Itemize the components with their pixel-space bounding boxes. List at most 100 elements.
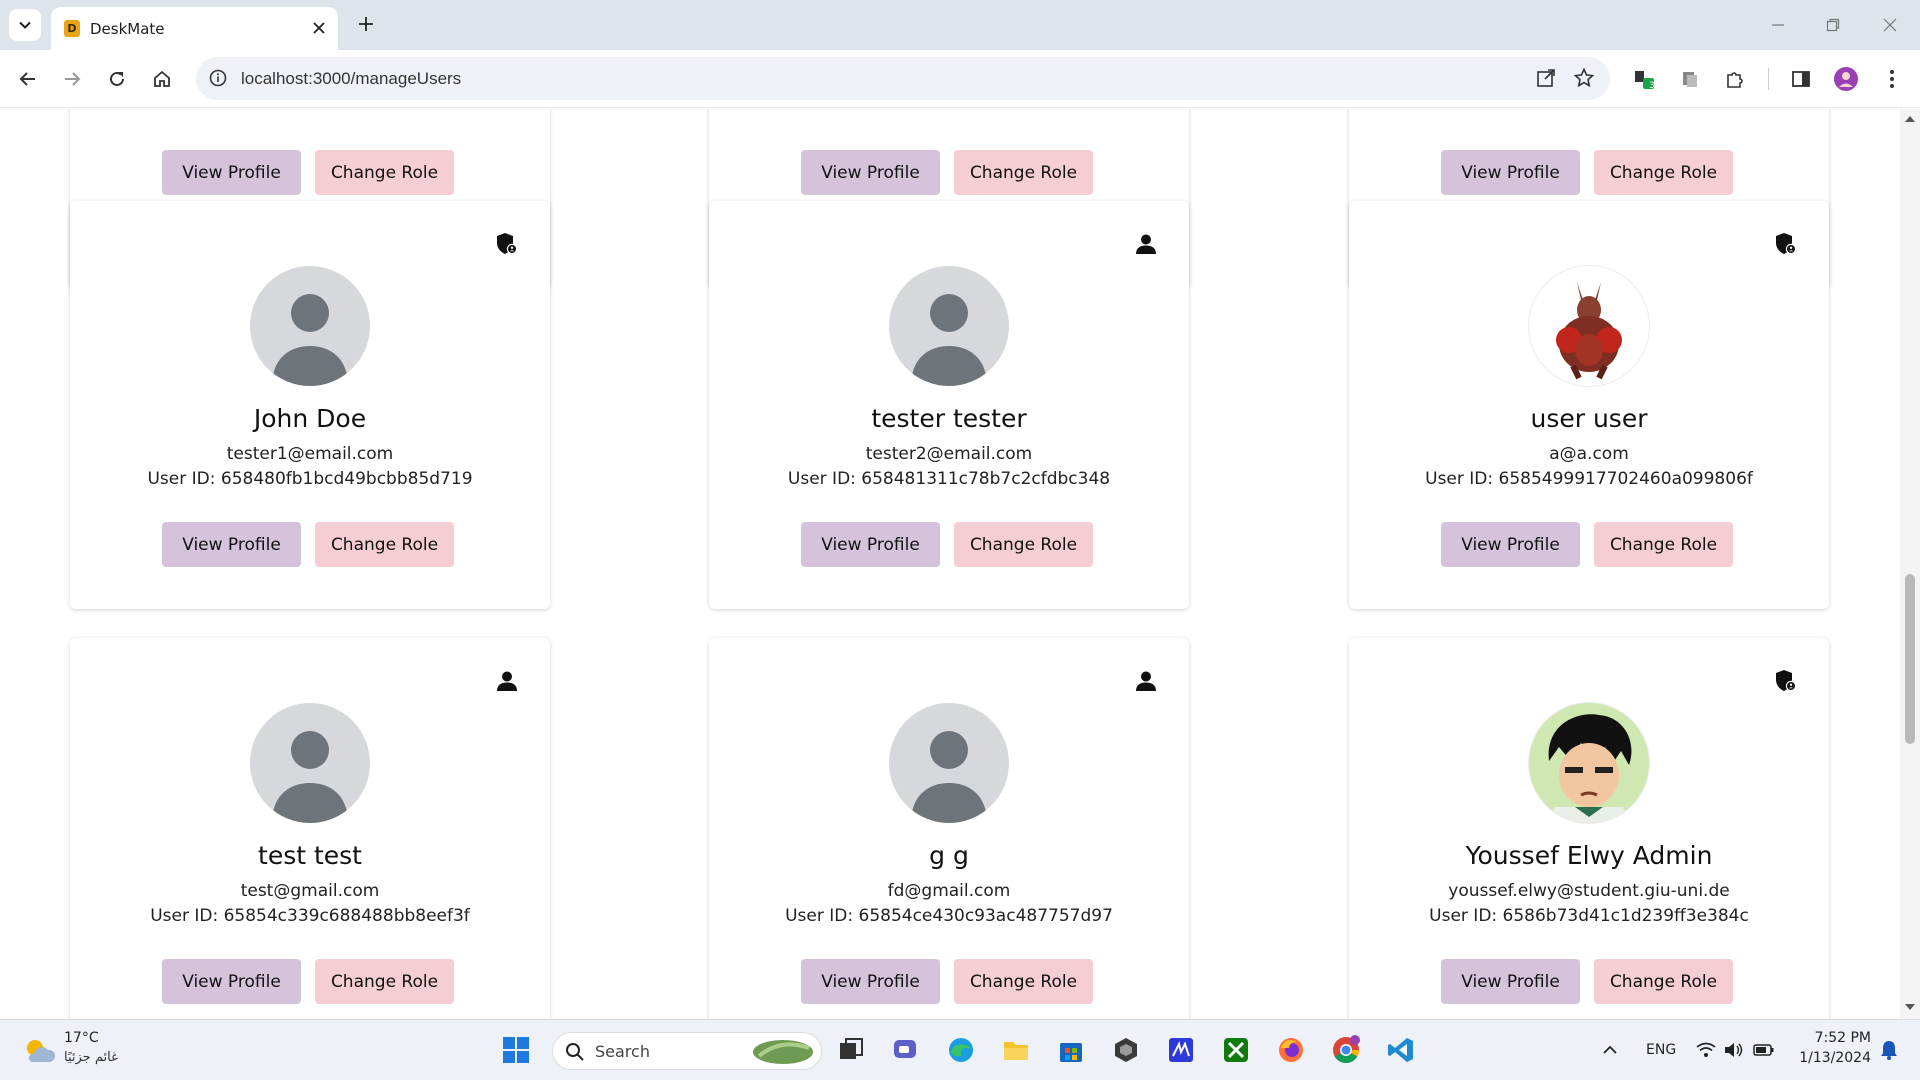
search-icon: [566, 1043, 584, 1061]
language-indicator[interactable]: ENG: [1646, 1042, 1676, 1058]
teams-chat-icon[interactable]: [890, 1034, 922, 1066]
weather-temp: 17°C: [64, 1030, 99, 1046]
search-highlight-icon: [753, 1040, 813, 1064]
change-role-button[interactable]: Change Role: [315, 150, 454, 195]
change-role-button[interactable]: Change Role: [954, 522, 1093, 567]
tab-title: DeskMate: [90, 20, 165, 38]
page-scrollbar[interactable]: [1900, 109, 1920, 1019]
reload-icon: [110, 71, 124, 86]
forward-button[interactable]: [56, 63, 88, 95]
puzzle-icon: [1727, 72, 1743, 88]
view-profile-button[interactable]: View Profile: [801, 959, 940, 1004]
user-id: User ID: 658480fb1bcd49bcbb85d719: [147, 469, 473, 489]
arrow-right-icon: [65, 72, 81, 86]
clock-time[interactable]: 7:52 PM: [1795, 1030, 1871, 1046]
restore-icon: [1826, 18, 1840, 32]
show-hidden-icons[interactable]: [1594, 1034, 1626, 1066]
tab-close-button[interactable]: [308, 17, 330, 39]
weather-condition: غائم جزئيًا: [64, 1050, 118, 1065]
view-profile-button[interactable]: View Profile: [801, 150, 940, 195]
extension-badge-button[interactable]: 3: [1628, 63, 1660, 95]
user-card: g g fd@gmail.com User ID: 65854ce430c93a…: [709, 638, 1189, 1019]
user-name: Youssef Elwy Admin: [1465, 841, 1713, 870]
windows-taskbar: 17°C غائم جزئيًا Search ENG 7:52 PM 1/13…: [0, 1019, 1920, 1080]
start-button[interactable]: [500, 1034, 532, 1066]
change-role-button[interactable]: Change Role: [315, 522, 454, 567]
vscode-icon[interactable]: [1385, 1034, 1417, 1066]
side-panel-button[interactable]: [1785, 63, 1817, 95]
minimize-button[interactable]: [1765, 12, 1791, 38]
view-profile-button[interactable]: View Profile: [1441, 522, 1580, 567]
plus-icon: [359, 17, 373, 31]
view-profile-button[interactable]: View Profile: [162, 150, 301, 195]
volume-icon[interactable]: [1718, 1034, 1750, 1066]
extension-button[interactable]: [1674, 63, 1706, 95]
view-profile-button[interactable]: View Profile: [162, 522, 301, 567]
profile-button[interactable]: [1830, 63, 1862, 95]
open-in-app-icon[interactable]: [1536, 68, 1556, 92]
user-person-icon: [494, 668, 520, 694]
view-profile-button[interactable]: View Profile: [162, 959, 301, 1004]
chevron-down-icon: [19, 21, 31, 29]
extension-layers-icon: [1683, 72, 1697, 87]
scroll-up-icon[interactable]: [1904, 113, 1916, 125]
task-view-icon[interactable]: [835, 1034, 867, 1066]
default-avatar: [250, 703, 370, 823]
site-info-icon[interactable]: [207, 67, 229, 89]
windows-logo-icon: [503, 1037, 529, 1063]
reload-button[interactable]: [101, 63, 133, 95]
user-id: User ID: 6586b73d41c1d239ff3e384c: [1429, 906, 1749, 926]
change-role-button[interactable]: Change Role: [954, 959, 1093, 1004]
change-role-button[interactable]: Change Role: [1594, 959, 1733, 1004]
user-name: test test: [258, 841, 362, 870]
search-label: Search: [595, 1042, 650, 1061]
change-role-button[interactable]: Change Role: [1594, 522, 1733, 567]
tab-search-button[interactable]: [9, 9, 41, 41]
weather-widget[interactable]: 17°C غائم جزئيًا: [22, 1030, 132, 1072]
edge-browser-icon[interactable]: [945, 1034, 977, 1066]
back-button[interactable]: [12, 63, 44, 95]
bookmark-star-icon[interactable]: [1573, 67, 1595, 92]
file-explorer-icon[interactable]: [1000, 1034, 1032, 1066]
change-role-button[interactable]: Change Role: [954, 150, 1093, 195]
math-app-icon[interactable]: [1165, 1034, 1197, 1066]
battery-icon[interactable]: [1748, 1034, 1780, 1066]
new-tab-button[interactable]: [352, 10, 380, 38]
user-id: User ID: 65854ce430c93ac487757d97: [785, 906, 1113, 926]
user-card: John Doe tester1@email.com User ID: 6584…: [70, 201, 550, 609]
profile-avatar-icon: [1834, 67, 1858, 91]
active-tab[interactable]: D DeskMate: [51, 7, 338, 50]
change-role-button[interactable]: Change Role: [315, 959, 454, 1004]
change-role-button[interactable]: Change Role: [1594, 150, 1733, 195]
extension-badge-count: 3: [1649, 81, 1655, 91]
address-bar[interactable]: localhost:3000/manageUsers: [196, 57, 1610, 100]
notification-bell-icon[interactable]: [1873, 1034, 1905, 1066]
toolbar-divider: [1768, 68, 1769, 90]
arrow-left-icon: [19, 72, 35, 86]
user-person-icon: [1133, 668, 1159, 694]
cartoon-boy-avatar: [1529, 703, 1649, 823]
restore-button[interactable]: [1820, 12, 1846, 38]
side-panel-icon: [1792, 71, 1810, 87]
microsoft-store-icon[interactable]: [1055, 1034, 1087, 1066]
user-card: user user a@a.com User ID: 6585499917702…: [1349, 201, 1829, 609]
chrome-icon[interactable]: [1330, 1034, 1362, 1066]
user-email: tester1@email.com: [226, 444, 394, 464]
scroll-down-icon[interactable]: [1904, 1001, 1916, 1013]
taskbar-search[interactable]: Search: [552, 1032, 822, 1070]
browser-menu-button[interactable]: [1876, 63, 1908, 95]
view-profile-button[interactable]: View Profile: [801, 522, 940, 567]
close-window-button[interactable]: [1877, 12, 1903, 38]
xbox-icon[interactable]: [1220, 1034, 1252, 1066]
view-profile-button[interactable]: View Profile: [1441, 959, 1580, 1004]
firefox-icon[interactable]: [1275, 1034, 1307, 1066]
user-email: tester2@email.com: [865, 444, 1033, 464]
extensions-menu-button[interactable]: [1719, 63, 1751, 95]
scroll-thumb[interactable]: [1905, 574, 1915, 744]
default-avatar: [250, 266, 370, 386]
clock-date[interactable]: 1/13/2024: [1795, 1050, 1871, 1066]
user-card: tester tester tester2@email.com User ID:…: [709, 201, 1189, 609]
unity-hub-icon[interactable]: [1110, 1034, 1142, 1066]
view-profile-button[interactable]: View Profile: [1441, 150, 1580, 195]
home-button[interactable]: [146, 63, 178, 95]
